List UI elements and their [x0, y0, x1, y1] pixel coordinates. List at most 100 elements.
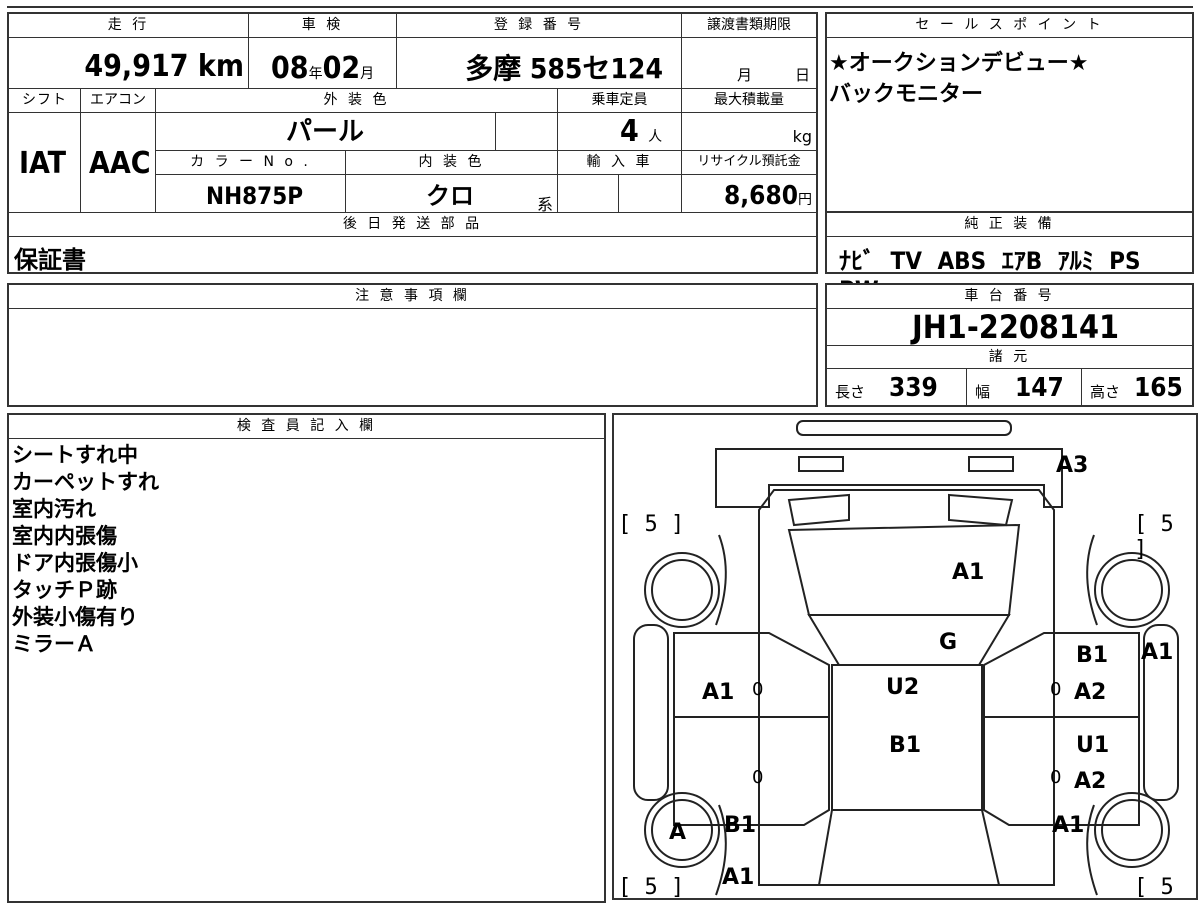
spoiler-shape — [796, 420, 1012, 436]
import-header: 輸 入 車 — [558, 151, 681, 175]
mark-right-front-fender: A1 — [1052, 813, 1085, 838]
rear-light-left — [798, 456, 844, 472]
shift-cell: シフト IAT — [9, 89, 81, 213]
exterior-divider — [495, 113, 496, 151]
color-no-value: NH875P — [206, 182, 304, 210]
max-load-cell: 最大積載量 kg — [682, 89, 816, 151]
tire-tag-front-right: [ 5 ] — [1134, 875, 1174, 900]
mark-left-front-fender-a: A1 — [722, 865, 755, 890]
transfer-day: 日 — [795, 66, 811, 84]
inspector-note: 外装小傷有り — [12, 605, 138, 629]
inspector-note: ドア内張傷小 — [12, 551, 138, 575]
inspector-note: ミラーＡ — [12, 632, 96, 656]
capacity-cell: 乗車定員 4 人 — [558, 89, 682, 151]
inspector-note: 室内内張傷 — [12, 524, 117, 548]
left-rear-bumper-side — [633, 624, 669, 801]
exterior-color-cell: 外 装 色 パール — [156, 89, 558, 151]
car-outline-svg — [633, 420, 1179, 896]
rear-glass-shape — [807, 614, 1011, 666]
sales-point-header: セ ー ル ス ポ イ ン ト — [827, 14, 1192, 38]
genuine-equipment-header: 純 正 装 備 — [827, 213, 1192, 237]
zero-mark: 0 — [752, 767, 764, 788]
rear-lamp-right — [948, 493, 1014, 527]
wheel-rear-left-inner — [651, 559, 713, 621]
chassis-value: JH1-2208141 — [912, 308, 1119, 346]
max-load-header: 最大積載量 — [682, 89, 816, 113]
color-no-header: カ ラ ー N o . — [156, 151, 345, 175]
height-cell: 高さ 165 — [1082, 369, 1192, 407]
inspector-note: シートすれ中 — [12, 443, 138, 467]
aircon-cell: エアコン AAC — [81, 89, 156, 213]
mileage-value: 49,917 km — [84, 49, 244, 84]
inspector-note: タッチＰ跡 — [12, 578, 117, 602]
zero-mark: 0 — [1050, 679, 1062, 700]
mark-rear-glass: G — [939, 630, 958, 655]
tire-tag-rear-right: [ 5 ] — [1134, 512, 1174, 562]
inspector-notes-list: シートすれ中 カーペットすれ 室内汚れ 室内内張傷 ドア内張傷小 タッチＰ跡 外… — [12, 442, 159, 658]
zero-mark: 0 — [752, 679, 764, 700]
length-value: 339 — [889, 373, 938, 403]
length-cell: 長さ 339 — [827, 369, 967, 407]
registration-cell: 登 録 番 号 多摩 585セ124 — [397, 14, 682, 89]
recycle-value: 8,680円 — [724, 181, 812, 211]
mark-left-rear-door: A1 — [702, 680, 735, 705]
mark-roof-front: B1 — [889, 733, 922, 758]
shaken-header: 車 検 — [249, 14, 396, 38]
main-info-box: 走 行 49,917 km 車 検 08年02月 登 録 番 号 多摩 585セ… — [7, 12, 818, 274]
max-load-unit: kg — [792, 127, 812, 146]
capacity-value: 4 人 — [620, 114, 663, 149]
mark-rear-bumper: A3 — [1056, 453, 1089, 478]
width-label: 幅 — [975, 383, 991, 401]
height-value: 165 — [1134, 373, 1183, 403]
wheel-rear-left — [644, 552, 720, 628]
mark-roof: U2 — [886, 675, 920, 700]
aircon-value: AAC — [89, 146, 151, 181]
genuine-equipment-box: 純 正 装 備 ﾅﾋﾞ TV ABS ｴｱB ｱﾙﾐ PS PW — [825, 211, 1194, 304]
wheel-rear-right-inner — [1101, 559, 1163, 621]
later-parts-header: 後 日 発 送 部 品 — [9, 213, 816, 237]
right-front-arch — [1086, 804, 1098, 896]
shift-value: IAT — [19, 146, 67, 181]
shaken-cell: 車 検 08年02月 — [249, 14, 397, 89]
tire-tag-rear-left: [ 5 ] — [618, 512, 685, 537]
transfer-month: 月 — [737, 66, 753, 84]
registration-header: 登 録 番 号 — [397, 14, 681, 38]
color-no-cell: カ ラ ー N o . NH875P — [156, 151, 346, 213]
sales-point-item: ★オークションデビュー★ — [829, 51, 1089, 76]
notes-header: 注 意 事 項 欄 — [9, 285, 816, 309]
mark-right-rear-door-b: B1 — [1076, 643, 1109, 668]
width-value: 147 — [1015, 373, 1064, 403]
tire-tag-front-left: [ 5 ] — [618, 875, 685, 900]
mileage-cell: 走 行 49,917 km — [9, 14, 249, 89]
shaken-value: 08年02月 — [271, 51, 375, 86]
later-parts-value: 保証書 — [14, 246, 86, 274]
sales-point-box: セ ー ル ス ポ イ ン ト ★オークションデビュー★ バックモニター — [825, 12, 1194, 213]
interior-color-cell: 内 装 色 クロ 系 — [346, 151, 558, 214]
exterior-color-value: パール — [286, 117, 365, 147]
zero-mark: 0 — [1050, 767, 1062, 788]
import-cell: 輸 入 車 — [558, 151, 682, 213]
shift-header: シフト — [9, 89, 80, 113]
mark-right-front-door-u: U1 — [1076, 733, 1110, 758]
mileage-header: 走 行 — [9, 14, 248, 38]
interior-color-value: クロ — [426, 182, 474, 210]
rear-light-right — [968, 456, 1014, 472]
capacity-header: 乗車定員 — [558, 89, 681, 113]
wheel-rear-right — [1094, 552, 1170, 628]
height-label: 高さ — [1090, 383, 1121, 401]
interior-color-header: 内 装 色 — [346, 151, 557, 175]
rear-lamp-left — [787, 493, 850, 527]
transfer-header: 譲渡書類期限 — [682, 14, 816, 38]
mark-trunk: A1 — [952, 560, 985, 585]
width-cell: 幅 147 — [967, 369, 1082, 407]
inspector-note: 室内汚れ — [12, 497, 96, 521]
import-divider — [618, 175, 619, 213]
notes-box: 注 意 事 項 欄 — [7, 283, 818, 407]
length-label: 長さ — [835, 383, 866, 401]
exterior-color-header: 外 装 色 — [156, 89, 557, 113]
recycle-cell: リサイクル預託金 8,680円 — [682, 151, 816, 213]
chassis-header: 車 台 番 号 — [827, 285, 1192, 309]
trunk-shape — [787, 523, 1021, 616]
interior-suffix: 系 — [536, 195, 553, 214]
mark-right-rear-door-a: A2 — [1074, 680, 1107, 705]
